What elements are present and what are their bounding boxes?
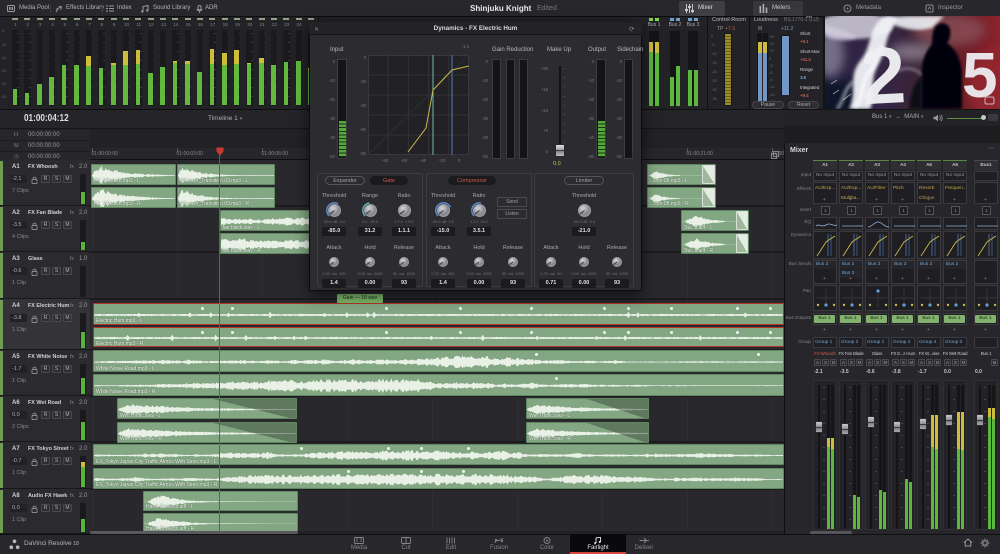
svg-text:5: 5 [962, 39, 998, 109]
svg-text:2: 2 [859, 30, 908, 109]
